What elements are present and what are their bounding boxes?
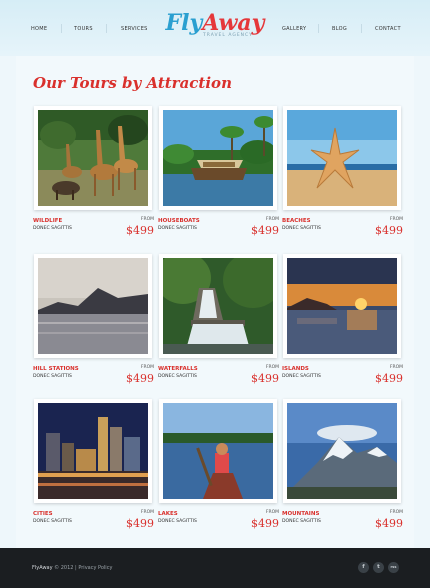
tour-card-islands[interactable]: ISLANDS DONEC SAGITTIS FROM $499 [282, 254, 403, 385]
tour-card-wildlife[interactable]: WILDLIFE DONEC SAGITTIS FROM $499 [33, 106, 154, 237]
tour-price: $499 [251, 517, 279, 530]
houseboat-image [163, 110, 273, 206]
tour-photo-beaches[interactable] [283, 106, 401, 210]
tour-card-hill-stations[interactable]: HILL STATIONS DONEC SAGITTIS FROM $499 [33, 254, 154, 385]
tour-price: $499 [126, 224, 154, 237]
tour-price: $499 [375, 224, 403, 237]
page-title: Our Tours by Attraction [33, 74, 232, 92]
tour-price-from-label: FROM [265, 365, 279, 370]
tour-card-mountains[interactable]: MOUNTAINS DONEC SAGITTIS FROM $499 [282, 399, 403, 530]
canoe-lake-image [163, 403, 273, 499]
nav-home[interactable]: HOME [31, 26, 47, 32]
nav-services[interactable]: SERVICES [121, 26, 148, 32]
tour-price: $499 [375, 372, 403, 385]
tour-price-from-label: FROM [389, 365, 403, 370]
tour-name[interactable]: WILDLIFE [33, 218, 62, 224]
tour-price: $499 [251, 372, 279, 385]
facebook-icon[interactable]: f [358, 562, 369, 573]
tour-photo-islands[interactable] [283, 254, 401, 358]
twitter-icon[interactable]: t [373, 562, 384, 573]
site-footer: FlyAway © 2012 | Privacy Policy f t rss [0, 548, 430, 588]
hill-lake-image [38, 258, 148, 354]
tour-price-from-label: FROM [389, 217, 403, 222]
tour-price: $499 [251, 224, 279, 237]
tour-subtitle: DONEC SAGITTIS [158, 519, 197, 524]
tour-photo-waterfalls[interactable] [159, 254, 277, 358]
tour-price-from-label: FROM [265, 217, 279, 222]
tour-name[interactable]: BEACHES [282, 218, 311, 224]
tour-photo-cities[interactable] [34, 399, 152, 503]
tour-price: $499 [126, 372, 154, 385]
waterfall-image [163, 258, 273, 354]
starfish-image [287, 110, 397, 206]
tour-card-cities[interactable]: CITIES DONEC SAGITTIS FROM $499 [33, 399, 154, 530]
tour-name[interactable]: MOUNTAINS [282, 511, 319, 517]
tour-subtitle: DONEC SAGITTIS [33, 226, 72, 231]
footer-copyright: FlyAway © 2012 | Privacy Policy [32, 565, 112, 571]
site-logo[interactable]: FlyAway TRAVEL AGENCY [165, 11, 265, 38]
tour-price-from-label: FROM [389, 510, 403, 515]
tour-name[interactable]: CITIES [33, 511, 53, 517]
tour-photo-wildlife[interactable] [34, 106, 152, 210]
nav-divider [61, 24, 62, 33]
tour-photo-hill-stations[interactable] [34, 254, 152, 358]
mountain-image [287, 403, 397, 499]
tour-card-lakes[interactable]: LAKES DONEC SAGITTIS FROM $499 [158, 399, 279, 530]
tour-subtitle: DONEC SAGITTIS [158, 226, 197, 231]
tour-price: $499 [375, 517, 403, 530]
tour-subtitle: DONEC SAGITTIS [282, 519, 321, 524]
tour-price: $499 [126, 517, 154, 530]
tour-name[interactable]: HOUSEBOATS [158, 218, 200, 224]
tour-name[interactable]: WATERFALLS [158, 366, 198, 372]
giraffes-image [38, 110, 148, 206]
tour-subtitle: DONEC SAGITTIS [158, 374, 197, 379]
tour-subtitle: DONEC SAGITTIS [33, 374, 72, 379]
tour-subtitle: DONEC SAGITTIS [282, 374, 321, 379]
logo-fly-text: Fly [165, 10, 203, 36]
tour-photo-lakes[interactable] [159, 399, 277, 503]
nav-divider [318, 24, 319, 33]
tour-card-houseboats[interactable]: HOUSEBOATS DONEC SAGITTIS FROM $499 [158, 106, 279, 237]
nav-divider [361, 24, 362, 33]
nav-gallery[interactable]: GALLERY [282, 26, 306, 32]
tour-subtitle: DONEC SAGITTIS [33, 519, 72, 524]
nav-blog[interactable]: BLOG [332, 26, 347, 32]
tour-price-from-label: FROM [140, 217, 154, 222]
tour-name[interactable]: LAKES [158, 511, 178, 517]
tour-price-from-label: FROM [265, 510, 279, 515]
footer-copyright-text[interactable]: © 2012 | Privacy Policy [53, 565, 112, 571]
nav-tours[interactable]: TOURS [74, 26, 93, 32]
tour-name[interactable]: HILL STATIONS [33, 366, 79, 372]
tour-subtitle: DONEC SAGITTIS [282, 226, 321, 231]
footer-brand: FlyAway [32, 565, 53, 571]
tour-price-from-label: FROM [140, 510, 154, 515]
tour-photo-mountains[interactable] [283, 399, 401, 503]
nav-divider [106, 24, 107, 33]
city-night-image [38, 403, 148, 499]
rss-icon[interactable]: rss [388, 562, 399, 573]
tour-photo-houseboats[interactable] [159, 106, 277, 210]
tour-price-from-label: FROM [140, 365, 154, 370]
tour-card-beaches[interactable]: BEACHES DONEC SAGITTIS FROM $499 [282, 106, 403, 237]
island-sunset-image [287, 258, 397, 354]
nav-contact[interactable]: CONTACT [375, 26, 401, 32]
tour-card-waterfalls[interactable]: WATERFALLS DONEC SAGITTIS FROM $499 [158, 254, 279, 385]
tour-name[interactable]: ISLANDS [282, 366, 309, 372]
